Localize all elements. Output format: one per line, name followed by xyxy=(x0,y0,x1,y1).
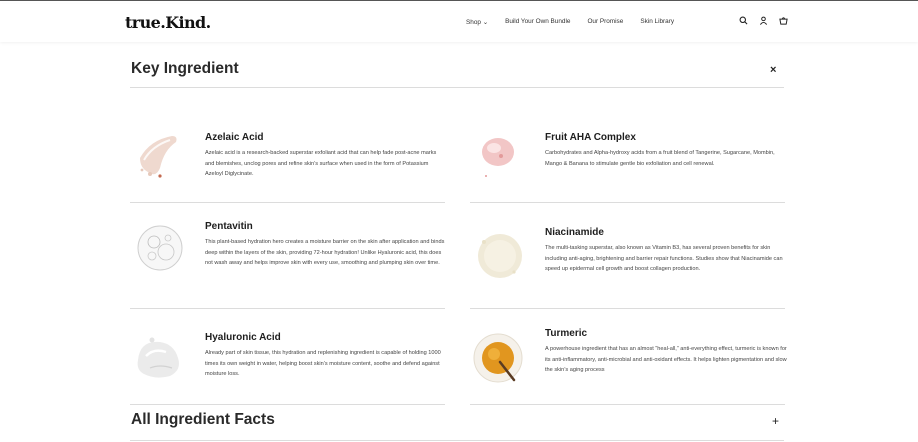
nav-item-skin-library[interactable]: Skin Library xyxy=(640,18,674,26)
header-icons xyxy=(739,16,788,25)
row-divider xyxy=(470,202,785,203)
ingredient-description: A powerhouse ingredient that has an almo… xyxy=(545,346,787,374)
ingredient-name: Azelaic Acid xyxy=(205,132,264,143)
row-divider xyxy=(130,202,445,203)
turmeric-image xyxy=(473,333,523,383)
section-divider xyxy=(130,87,784,88)
account-icon[interactable] xyxy=(759,16,768,25)
niacinamide-image xyxy=(478,234,522,278)
row-divider xyxy=(130,404,445,405)
fruit-aha-complex-image xyxy=(482,138,514,177)
ingredient-description: Already part of skin tissue, this hydrat… xyxy=(205,350,441,378)
row-divider xyxy=(470,308,785,309)
close-section-button[interactable]: × xyxy=(770,64,776,76)
expand-facts-button[interactable]: + xyxy=(772,414,779,428)
key-ingredient-heading: Key Ingredient xyxy=(131,60,239,77)
nav-item-our-promise[interactable]: Our Promise xyxy=(587,18,623,26)
all-ingredient-facts-heading[interactable]: All Ingredient Facts xyxy=(131,411,275,429)
ingredient-name: Pentavitin xyxy=(205,221,253,232)
search-icon[interactable] xyxy=(739,16,748,25)
ingredient-name: Turmeric xyxy=(545,328,588,339)
ingredient-name: Hyaluronic Acid xyxy=(205,332,281,343)
nav-item-shop[interactable]: Shop ⌄ xyxy=(466,18,488,26)
ingredient-name: Fruit AHA Complex xyxy=(545,132,636,143)
ingredient-description: This plant-based hydration hero creates … xyxy=(205,239,445,267)
row-divider xyxy=(130,308,445,309)
azelaic-acid-image xyxy=(140,136,177,178)
pentavitin-image xyxy=(137,225,183,271)
ingredient-description: Carbohydrates and Alpha-hydroxy acids fr… xyxy=(545,150,775,167)
row-divider xyxy=(470,404,785,405)
main-nav: Shop ⌄ Build Your Own Bundle Our Promise… xyxy=(466,18,674,26)
brand-logo[interactable]: true.Kind. xyxy=(125,13,211,32)
ingredient-description: The multi-tasking superstar, also known … xyxy=(545,245,783,273)
cart-icon[interactable] xyxy=(779,16,788,25)
ingredient-name: Niacinamide xyxy=(545,227,604,238)
site-header: true.Kind. Shop ⌄ Build Your Own Bundle … xyxy=(0,4,918,42)
ingredient-description: Azelaic acid is a research-backed supers… xyxy=(205,150,437,178)
nav-item-build-bundle[interactable]: Build Your Own Bundle xyxy=(505,18,570,26)
hyaluronic-acid-image xyxy=(137,337,179,378)
section-divider xyxy=(130,440,784,441)
